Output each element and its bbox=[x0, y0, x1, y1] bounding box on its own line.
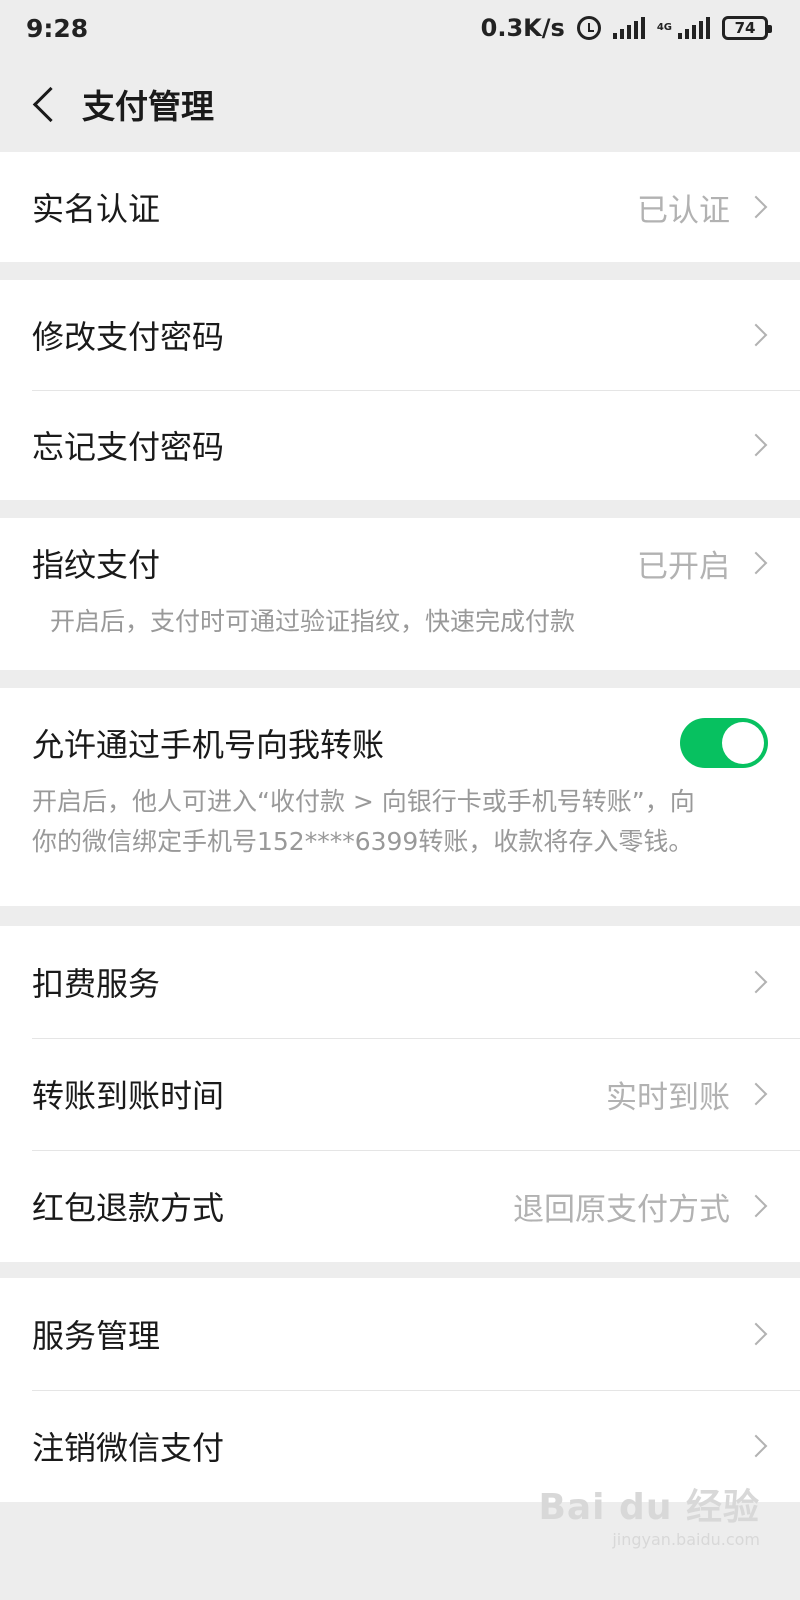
watermark-url: jingyan.baidu.com bbox=[612, 1530, 760, 1549]
signal-4g-icon bbox=[678, 17, 710, 39]
row-label: 扣费服务 bbox=[32, 965, 161, 1003]
chevron-right-icon bbox=[744, 970, 768, 994]
battery-level: 74 bbox=[734, 19, 756, 37]
row-label: 转账到账时间 bbox=[32, 1077, 225, 1115]
group-phone-transfer: 允许通过手机号向我转账 开启后，他人可进入“收付款 > 向银行卡或手机号转账”，… bbox=[0, 688, 800, 906]
row-label: 红包退款方式 bbox=[32, 1189, 225, 1227]
row-change-pay-password[interactable]: 修改支付密码 bbox=[0, 280, 800, 390]
chevron-right-icon bbox=[744, 1082, 768, 1106]
signal-icon bbox=[612, 17, 645, 39]
row-value: 实时到账 bbox=[606, 1079, 730, 1116]
battery-icon: 74 bbox=[722, 16, 772, 40]
divider bbox=[32, 1038, 800, 1039]
baidu-jingyan-watermark: Bai du 经验 jingyan.baidu.com bbox=[538, 1478, 760, 1549]
alarm-icon bbox=[576, 16, 601, 40]
watermark-logo: Bai du 经验 bbox=[538, 1487, 760, 1528]
row-real-name-verification[interactable]: 实名认证 已认证 bbox=[0, 152, 800, 262]
phone-transfer-toggle[interactable] bbox=[680, 718, 768, 768]
row-label: 忘记支付密码 bbox=[32, 428, 225, 466]
group-verification: 实名认证 已认证 bbox=[0, 152, 800, 262]
row-label: 注销微信支付 bbox=[32, 1429, 225, 1467]
chevron-right-icon bbox=[744, 195, 768, 219]
row-service-management[interactable]: 服务管理 bbox=[0, 1278, 800, 1390]
chevron-right-icon bbox=[744, 1194, 768, 1218]
divider bbox=[32, 1390, 800, 1391]
nav-bar: 支付管理 bbox=[0, 56, 800, 152]
status-icons: 0.3K/s 4G 74 bbox=[480, 14, 772, 42]
divider bbox=[32, 390, 800, 391]
row-value: 退回原支付方式 bbox=[513, 1191, 730, 1228]
row-label: 服务管理 bbox=[32, 1317, 161, 1355]
status-time: 9:28 bbox=[26, 13, 89, 43]
row-label: 指纹支付 bbox=[32, 546, 161, 584]
row-value: 已开启 bbox=[637, 548, 730, 585]
row-value: 已认证 bbox=[637, 192, 730, 229]
group-services: 扣费服务 转账到账时间 实时到账 红包退款方式 退回原支付方式 bbox=[0, 926, 800, 1262]
row-red-packet-refund[interactable]: 红包退款方式 退回原支付方式 bbox=[0, 1150, 800, 1262]
group-fingerprint: 指纹支付 已开启 开启后，支付时可通过验证指纹，快速完成付款 bbox=[0, 518, 800, 670]
chevron-right-icon bbox=[744, 1434, 768, 1458]
row-phone-transfer: 允许通过手机号向我转账 bbox=[0, 688, 800, 798]
network-type-label: 4G bbox=[656, 22, 672, 33]
row-deduction-service[interactable]: 扣费服务 bbox=[0, 926, 800, 1038]
chevron-right-icon bbox=[744, 323, 768, 347]
row-transfer-arrival-time[interactable]: 转账到账时间 实时到账 bbox=[0, 1038, 800, 1150]
divider bbox=[32, 1150, 800, 1151]
row-label: 允许通过手机号向我转账 bbox=[32, 726, 385, 764]
page-title: 支付管理 bbox=[82, 87, 214, 126]
group-management: 服务管理 注销微信支付 bbox=[0, 1278, 800, 1502]
back-arrow-icon[interactable] bbox=[20, 74, 80, 134]
chevron-right-icon bbox=[744, 1322, 768, 1346]
group-password: 修改支付密码 忘记支付密码 bbox=[0, 280, 800, 500]
row-label: 修改支付密码 bbox=[32, 318, 225, 356]
chevron-right-icon bbox=[744, 433, 768, 457]
hint-line-2: 你的微信绑定手机号152****6399转账，收款将存入零钱。 bbox=[32, 827, 694, 856]
net-speed: 0.3K/s bbox=[480, 14, 565, 42]
row-forget-pay-password[interactable]: 忘记支付密码 bbox=[0, 390, 800, 500]
status-bar: 9:28 0.3K/s 4G 74 bbox=[0, 0, 800, 56]
row-fingerprint-pay[interactable]: 指纹支付 已开启 bbox=[0, 518, 800, 608]
row-label: 实名认证 bbox=[32, 190, 161, 228]
fingerprint-hint: 开启后，支付时可通过验证指纹，快速完成付款 bbox=[50, 607, 576, 636]
chevron-right-icon bbox=[744, 551, 768, 575]
